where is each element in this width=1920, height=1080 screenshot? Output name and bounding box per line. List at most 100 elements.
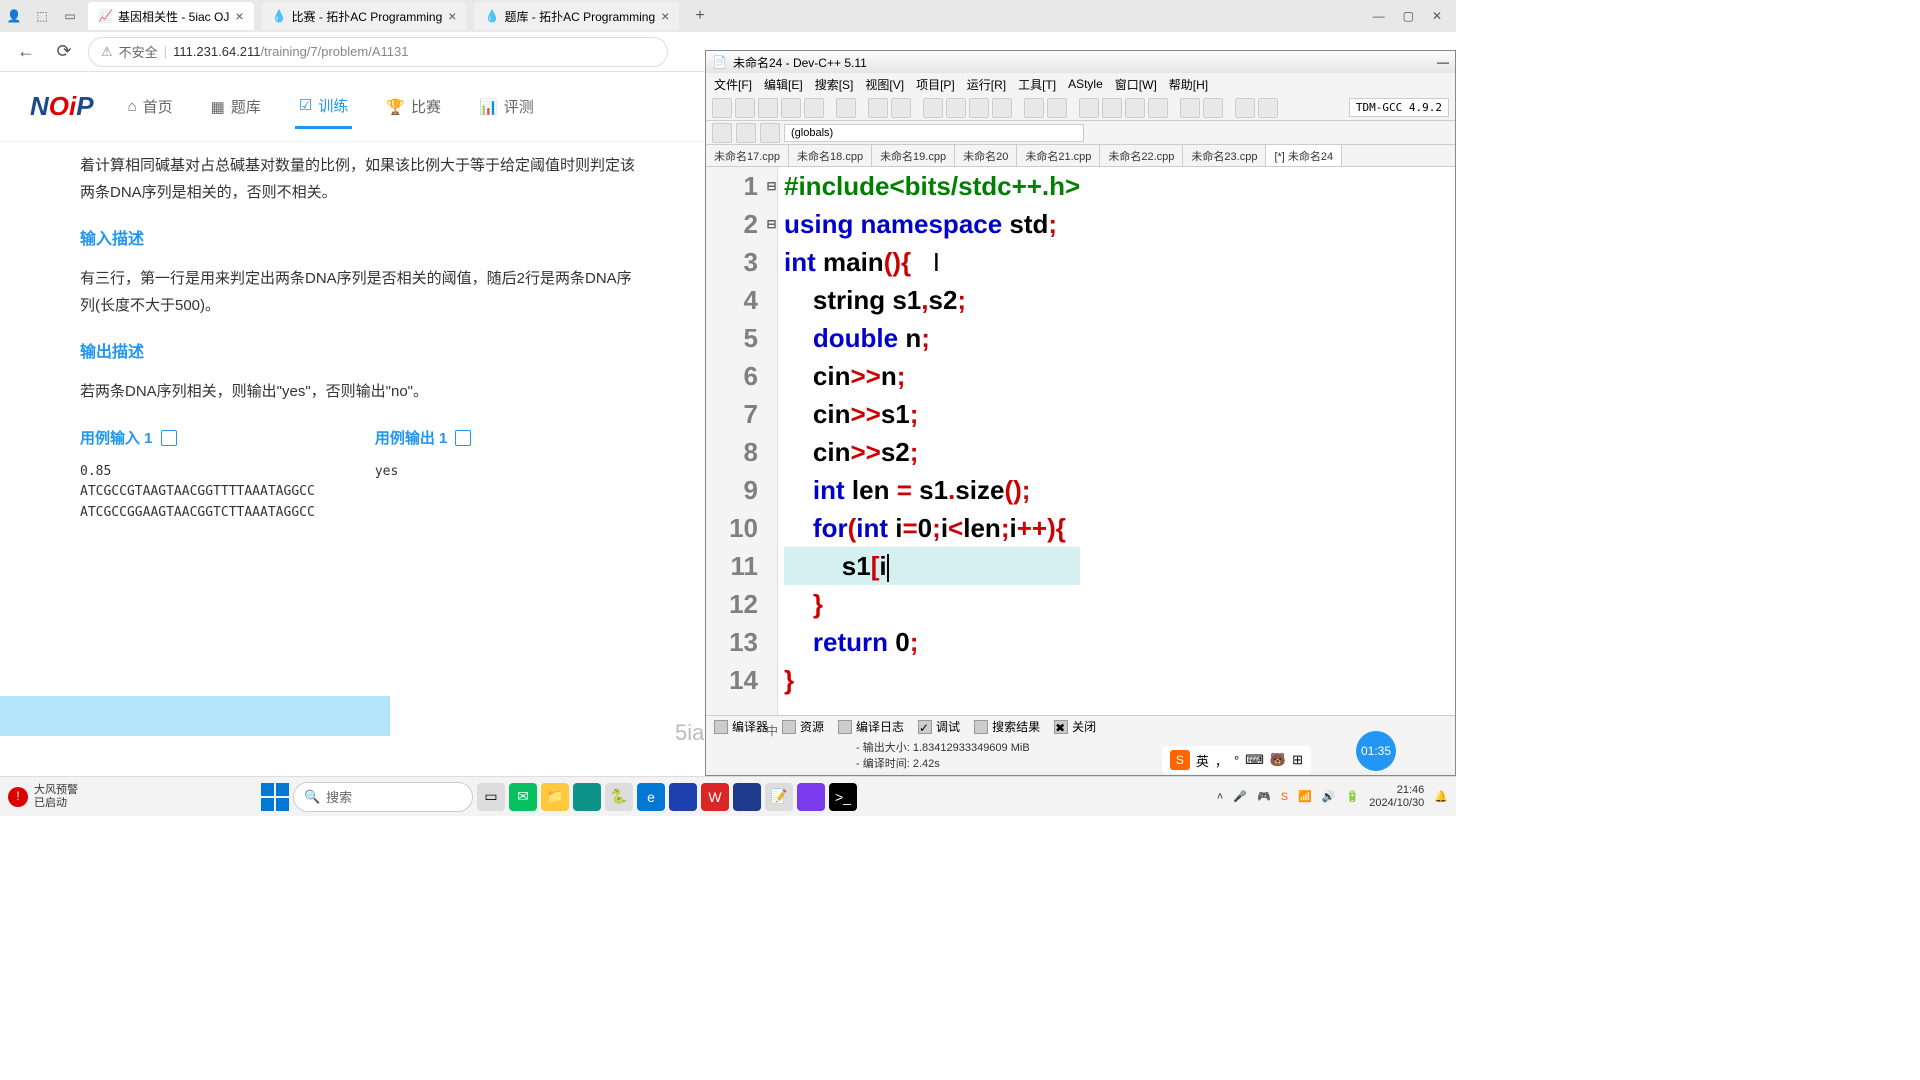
cross-button[interactable] xyxy=(1203,98,1223,118)
wps-icon[interactable]: W xyxy=(701,783,729,811)
app-icon[interactable] xyxy=(573,783,601,811)
editor-tab-active[interactable]: [*] 未命名24 xyxy=(1266,145,1342,166)
ide-titlebar[interactable]: 📄 未命名24 - Dev-C++ 5.11 — xyxy=(706,51,1455,73)
close-icon[interactable]: × xyxy=(235,8,243,24)
ime-lang[interactable]: 英 xyxy=(1196,751,1209,770)
browser-tab-1[interactable]: 📈 基因相关性 - 5iac OJ × xyxy=(88,2,254,30)
maximize-button[interactable]: ▢ xyxy=(1403,9,1414,23)
collections-icon[interactable]: ⬚ xyxy=(32,6,52,26)
sogou-tray-icon[interactable]: S xyxy=(1281,791,1288,803)
app-icon[interactable] xyxy=(669,783,697,811)
tab-close[interactable]: ✖关闭 xyxy=(1054,718,1096,735)
compiler-selector[interactable]: TDM-GCC 4.9.2 xyxy=(1349,98,1449,117)
sogou-icon[interactable]: S xyxy=(1170,750,1190,770)
ime-menu-icon[interactable]: ⊞ xyxy=(1292,752,1303,768)
menu-view[interactable]: 视图[V] xyxy=(865,76,904,93)
code-area[interactable]: #include<bits/stdc++.h>using namespace s… xyxy=(778,167,1080,715)
new-button[interactable] xyxy=(712,98,732,118)
close-icon[interactable]: × xyxy=(448,8,456,24)
menu-file[interactable]: 文件[F] xyxy=(714,76,752,93)
volume-icon[interactable]: 🔊 xyxy=(1322,790,1336,803)
tab-debug[interactable]: ✓调试 xyxy=(918,718,960,735)
controller-icon[interactable]: 🎮 xyxy=(1257,790,1271,803)
site-logo[interactable]: NOiP xyxy=(30,91,94,122)
app-icon[interactable] xyxy=(797,783,825,811)
rebuild-button[interactable] xyxy=(992,98,1012,118)
bookmark-button[interactable] xyxy=(760,123,780,143)
tab-resources[interactable]: 资源 xyxy=(782,718,824,735)
notifications-icon[interactable]: 🔔 xyxy=(1434,790,1448,803)
menu-help[interactable]: 帮助[H] xyxy=(1169,76,1208,93)
debug-button[interactable] xyxy=(1024,98,1044,118)
ime-keyboard-icon[interactable]: ⌨ xyxy=(1245,752,1264,768)
fold-column[interactable]: ⊟⊟ xyxy=(766,167,778,715)
editor-tab[interactable]: 未命名19.cpp xyxy=(872,145,955,166)
menu-tools[interactable]: 工具[T] xyxy=(1018,76,1056,93)
open-button[interactable] xyxy=(735,98,755,118)
reload-button[interactable]: ⟳ xyxy=(50,38,78,66)
profile-button[interactable] xyxy=(1235,98,1255,118)
wechat-icon[interactable]: ✉ xyxy=(509,783,537,811)
python-icon[interactable]: 🐍 xyxy=(605,783,633,811)
minimize-button[interactable]: — xyxy=(1437,55,1449,69)
editor-tab[interactable]: 未命名23.cpp xyxy=(1183,145,1266,166)
tab-compiler[interactable]: 编译器 xyxy=(714,718,768,735)
profile-icon[interactable]: 👤 xyxy=(4,6,24,26)
chevron-up-icon[interactable]: ˄ xyxy=(1217,791,1223,803)
saveall-button[interactable] xyxy=(781,98,801,118)
tab-compile-log[interactable]: 编译日志 xyxy=(838,718,904,735)
nav-judge[interactable]: 📊评测 xyxy=(475,86,538,127)
close-window-button[interactable]: ✕ xyxy=(1432,9,1442,23)
stop-button[interactable] xyxy=(1047,98,1067,118)
new-tab-button[interactable]: + xyxy=(687,7,712,25)
compile-button[interactable] xyxy=(923,98,943,118)
notepad-icon[interactable]: 📝 xyxy=(765,783,793,811)
editor-tab[interactable]: 未命名20 xyxy=(955,145,1017,166)
layout3-button[interactable] xyxy=(1125,98,1145,118)
terminal-icon[interactable]: >_ xyxy=(829,783,857,811)
profile2-button[interactable] xyxy=(1258,98,1278,118)
layout2-button[interactable] xyxy=(1102,98,1122,118)
tab-search-results[interactable]: 搜索结果 xyxy=(974,718,1040,735)
menu-search[interactable]: 搜索[S] xyxy=(815,76,854,93)
code-editor[interactable]: 1234567891011121314 ⊟⊟ #include<bits/std… xyxy=(706,167,1455,715)
copy-icon[interactable] xyxy=(161,430,177,446)
browser-tab-3[interactable]: 💧 题库 - 拓扑AC Programming × xyxy=(474,2,679,30)
battery-icon[interactable]: 🔋 xyxy=(1346,790,1360,803)
forward-button[interactable] xyxy=(736,123,756,143)
nav-problems[interactable]: ▦题库 xyxy=(207,86,265,127)
devcpp-icon[interactable] xyxy=(733,783,761,811)
ime-pet-icon[interactable]: 🐻 xyxy=(1270,752,1286,768)
editor-tab[interactable]: 未命名22.cpp xyxy=(1100,145,1183,166)
browser-tab-2[interactable]: 💧 比赛 - 拓扑AC Programming × xyxy=(262,2,467,30)
run-button[interactable] xyxy=(946,98,966,118)
close-button[interactable] xyxy=(804,98,824,118)
scope-selector[interactable]: (globals) xyxy=(784,124,1084,142)
taskbar-search[interactable]: 🔍 搜索 xyxy=(293,782,473,812)
nav-home[interactable]: ⌂首页 xyxy=(124,86,177,127)
wifi-icon[interactable]: 📶 xyxy=(1298,790,1312,803)
ime-punct-icon[interactable]: ， xyxy=(1215,751,1228,770)
mic-icon[interactable]: 🎤 xyxy=(1233,790,1247,803)
ime-toolbar[interactable]: S 英 ， ° ⌨ 🐻 ⊞ xyxy=(1162,746,1311,774)
nav-contest[interactable]: 🏆比赛 xyxy=(382,86,445,127)
menu-edit[interactable]: 编辑[E] xyxy=(764,76,803,93)
layout-button[interactable] xyxy=(1079,98,1099,118)
menu-window[interactable]: 窗口[W] xyxy=(1115,76,1157,93)
menu-astyle[interactable]: AStyle xyxy=(1068,77,1103,91)
minimize-button[interactable]: — xyxy=(1373,9,1385,23)
timer-badge[interactable]: 01:35 xyxy=(1356,731,1396,771)
ime-half-icon[interactable]: ° xyxy=(1234,753,1239,768)
edge-icon[interactable]: e xyxy=(637,783,665,811)
check-button[interactable] xyxy=(1180,98,1200,118)
nav-training[interactable]: ☑训练 xyxy=(295,85,352,129)
print-button[interactable] xyxy=(836,98,856,118)
editor-tab[interactable]: 未命名18.cpp xyxy=(789,145,872,166)
close-icon[interactable]: × xyxy=(661,8,669,24)
layout4-button[interactable] xyxy=(1148,98,1168,118)
back-button[interactable] xyxy=(712,123,732,143)
clock[interactable]: 21:46 2024/10/30 xyxy=(1369,784,1424,808)
menu-run[interactable]: 运行[R] xyxy=(967,76,1006,93)
editor-tab[interactable]: 未命名21.cpp xyxy=(1017,145,1100,166)
explorer-icon[interactable]: 📁 xyxy=(541,783,569,811)
